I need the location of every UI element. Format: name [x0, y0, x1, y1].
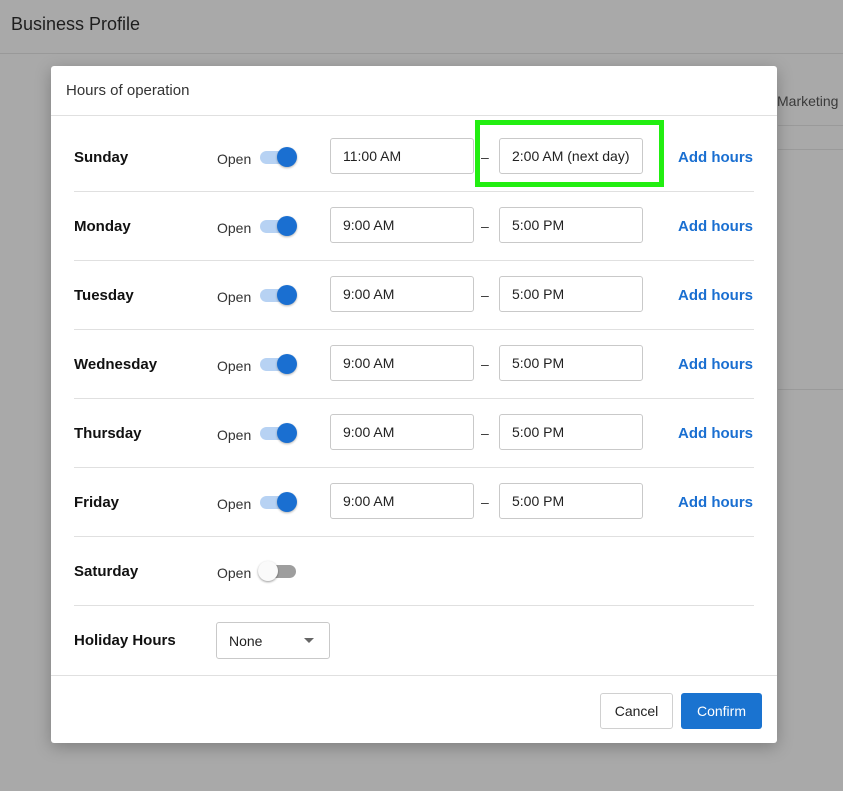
day-label: Tuesday: [74, 287, 134, 304]
hours-dialog: Hours of operation Sunday Open 11:00 AM …: [51, 66, 777, 743]
day-row-friday: Friday Open 9:00 AM – 5:00 PM Add hours: [74, 468, 754, 537]
add-hours-button-monday[interactable]: Add hours: [678, 218, 753, 235]
open-toggle-wednesday[interactable]: [259, 354, 297, 374]
time-separator: –: [481, 218, 489, 234]
day-row-thursday: Thursday Open 9:00 AM – 5:00 PM Add hour…: [74, 399, 754, 468]
day-row-saturday: Saturday Open: [74, 537, 754, 606]
open-label: Open: [217, 358, 252, 374]
page-header: Business Profile: [0, 0, 843, 54]
add-hours-button-thursday[interactable]: Add hours: [678, 425, 753, 442]
page-title: Business Profile: [11, 14, 141, 34]
open-time-field[interactable]: 9:00 AM: [330, 276, 474, 312]
dialog-footer: Cancel Confirm: [51, 675, 777, 744]
holiday-hours-row: Holiday Hours None: [74, 606, 754, 674]
background-divider: [778, 149, 843, 150]
time-separator: –: [481, 494, 489, 510]
open-time-field[interactable]: 11:00 AM: [330, 138, 474, 174]
open-toggle-tuesday[interactable]: [259, 285, 297, 305]
day-row-wednesday: Wednesday Open 9:00 AM – 5:00 PM Add hou…: [74, 330, 754, 399]
time-separator: –: [481, 149, 489, 165]
background-divider: [778, 125, 843, 126]
day-label: Saturday: [74, 563, 139, 580]
tab-marketing[interactable]: Marketing: [777, 93, 838, 109]
cancel-button[interactable]: Cancel: [600, 693, 673, 729]
holiday-hours-value: None: [229, 633, 263, 649]
open-label: Open: [217, 565, 252, 581]
open-time-field[interactable]: 9:00 AM: [330, 345, 474, 381]
add-hours-button-friday[interactable]: Add hours: [678, 494, 753, 511]
day-label: Sunday: [74, 149, 129, 166]
confirm-button[interactable]: Confirm: [681, 693, 762, 729]
close-time-field[interactable]: 5:00 PM: [499, 345, 643, 381]
open-toggle-thursday[interactable]: [259, 423, 297, 443]
open-label: Open: [217, 151, 252, 167]
day-row-sunday: Sunday Open 11:00 AM – 2:00 AM (next day…: [74, 123, 754, 192]
day-row-tuesday: Tuesday Open 9:00 AM – 5:00 PM Add hours: [74, 261, 754, 330]
open-time-field[interactable]: 9:00 AM: [330, 207, 474, 243]
dialog-title: Hours of operation: [66, 82, 190, 99]
dialog-header: Hours of operation: [51, 66, 777, 116]
holiday-hours-select[interactable]: None: [216, 622, 330, 659]
close-time-field[interactable]: 5:00 PM: [499, 414, 643, 450]
hours-list: Sunday Open 11:00 AM – 2:00 AM (next day…: [74, 123, 754, 674]
day-label: Monday: [74, 218, 131, 235]
open-label: Open: [217, 496, 252, 512]
open-time-field[interactable]: 9:00 AM: [330, 483, 474, 519]
day-label: Thursday: [74, 425, 142, 442]
time-separator: –: [481, 425, 489, 441]
add-hours-button-tuesday[interactable]: Add hours: [678, 287, 753, 304]
close-time-field[interactable]: 2:00 AM (next day): [499, 138, 643, 174]
open-time-field[interactable]: 9:00 AM: [330, 414, 474, 450]
close-time-field[interactable]: 5:00 PM: [499, 276, 643, 312]
add-hours-button-sunday[interactable]: Add hours: [678, 149, 753, 166]
open-toggle-sunday[interactable]: [259, 147, 297, 167]
close-time-field[interactable]: 5:00 PM: [499, 483, 643, 519]
add-hours-button-wednesday[interactable]: Add hours: [678, 356, 753, 373]
background-divider: [778, 389, 843, 390]
day-label: Wednesday: [74, 356, 158, 373]
open-label: Open: [217, 427, 252, 443]
open-toggle-friday[interactable]: [259, 492, 297, 512]
day-row-monday: Monday Open 9:00 AM – 5:00 PM Add hours: [74, 192, 754, 261]
time-separator: –: [481, 356, 489, 372]
close-time-field[interactable]: 5:00 PM: [499, 207, 643, 243]
dropdown-arrow-icon: [304, 638, 314, 643]
open-toggle-saturday[interactable]: [258, 561, 297, 581]
day-label: Friday: [74, 494, 120, 511]
holiday-hours-label: Holiday Hours: [74, 632, 176, 649]
open-toggle-monday[interactable]: [259, 216, 297, 236]
open-label: Open: [217, 220, 252, 236]
open-label: Open: [217, 289, 252, 305]
time-separator: –: [481, 287, 489, 303]
